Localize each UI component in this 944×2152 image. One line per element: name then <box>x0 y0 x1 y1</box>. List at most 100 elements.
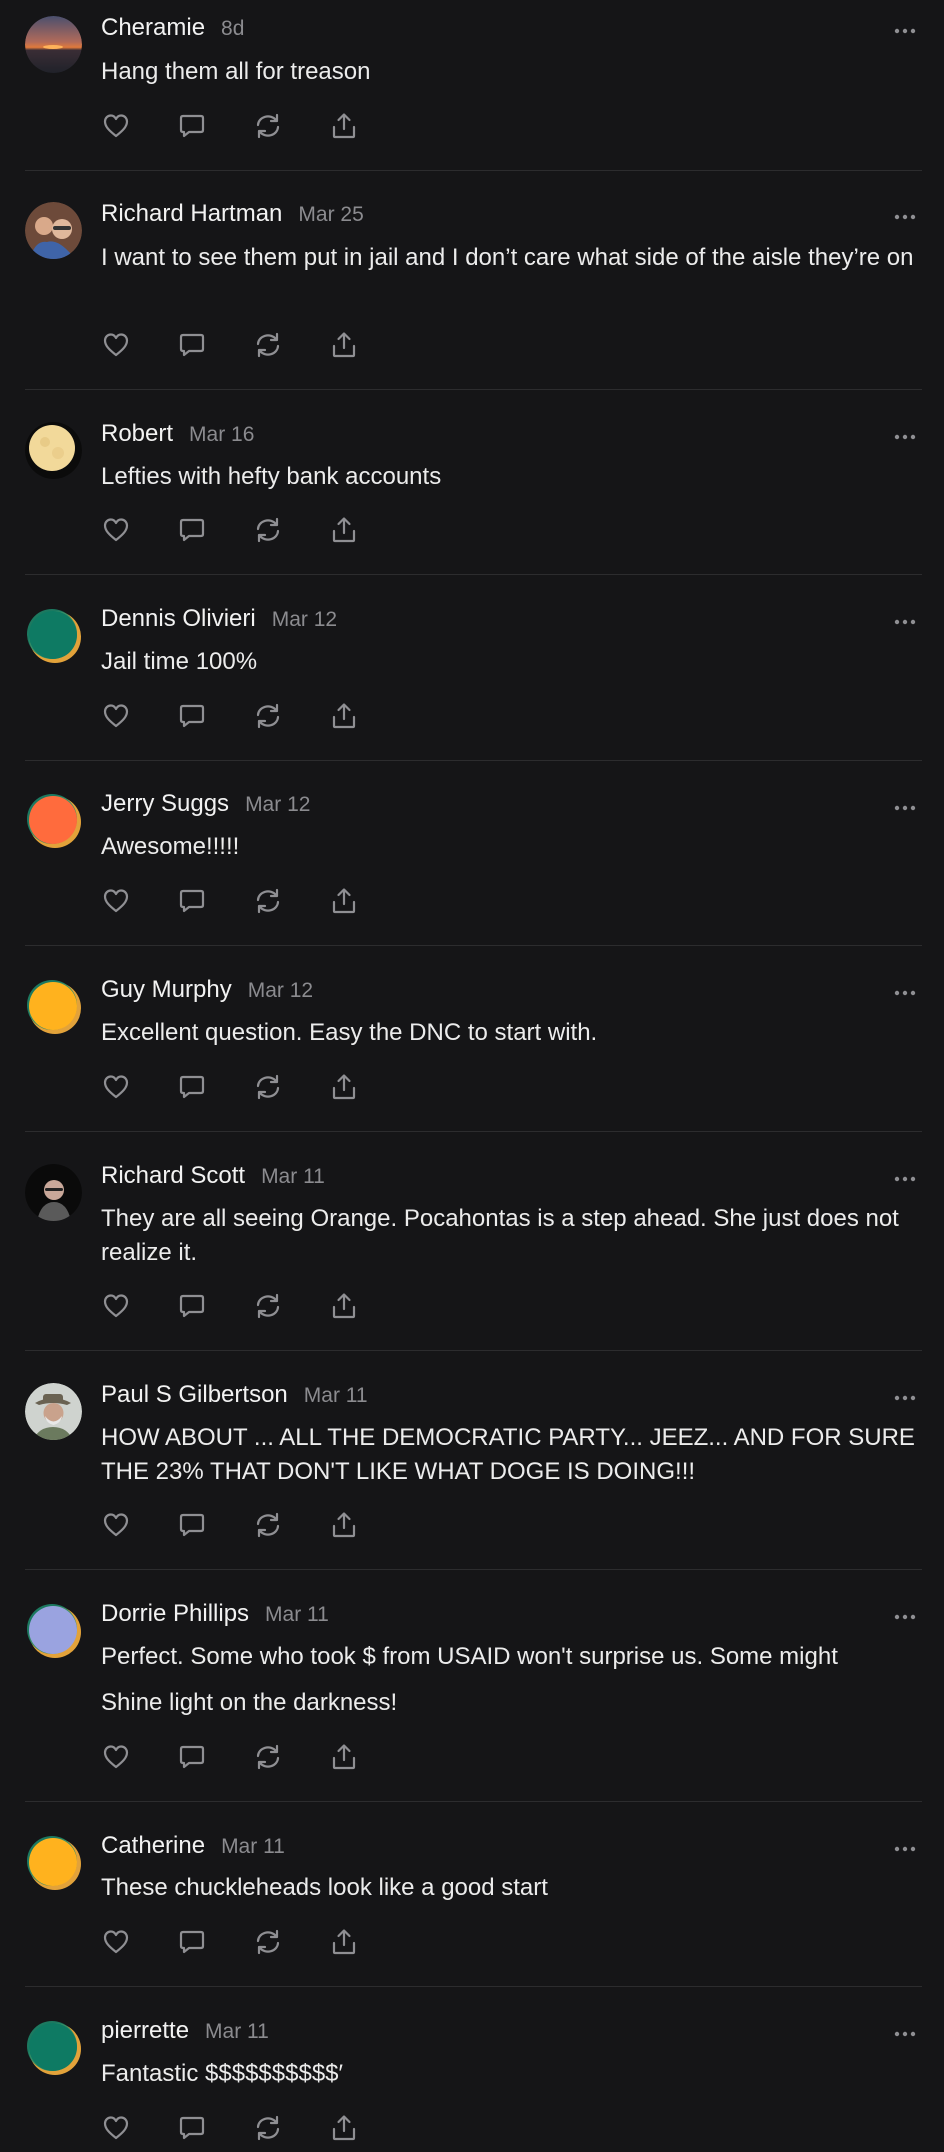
author-name[interactable]: Cheramie <box>101 14 205 42</box>
more-options-icon[interactable] <box>892 1610 918 1624</box>
comment-date[interactable]: Mar 12 <box>245 793 310 817</box>
comment-date[interactable]: 8d <box>221 17 244 41</box>
comment-header: Richard Scott Mar 11 <box>101 1162 325 1190</box>
more-options-icon[interactable] <box>892 1172 918 1186</box>
restack-icon[interactable] <box>253 111 283 141</box>
default-avatar-icon[interactable] <box>25 978 82 1035</box>
author-name[interactable]: Catherine <box>101 1832 205 1860</box>
comment-text: Fantastic $$$$$$$$$$′ <box>101 2060 344 2087</box>
share-icon[interactable] <box>329 111 359 141</box>
heart-icon[interactable] <box>101 1072 131 1102</box>
share-icon[interactable] <box>329 886 359 916</box>
heart-icon[interactable] <box>101 701 131 731</box>
share-icon[interactable] <box>329 330 359 360</box>
author-name[interactable]: Dorrie Phillips <box>101 1600 249 1628</box>
comment-date[interactable]: Mar 11 <box>205 2020 269 2044</box>
more-options-icon[interactable] <box>892 24 918 38</box>
comment-icon[interactable] <box>177 1927 207 1957</box>
more-options-icon[interactable] <box>892 2027 918 2041</box>
share-icon[interactable] <box>329 1510 359 1540</box>
author-name[interactable]: Dennis Olivieri <box>101 605 256 633</box>
restack-icon[interactable] <box>253 1291 283 1321</box>
restack-icon[interactable] <box>253 1510 283 1540</box>
author-name[interactable]: pierrette <box>101 2017 189 2045</box>
comment-body: Excellent question. Easy the DNC to star… <box>101 1016 916 1050</box>
comment-icon[interactable] <box>177 2113 207 2143</box>
more-options-icon[interactable] <box>892 210 918 224</box>
share-icon[interactable] <box>329 2113 359 2143</box>
comment-date[interactable]: Mar 11 <box>304 1384 368 1408</box>
comment-icon[interactable] <box>177 111 207 141</box>
default-avatar-icon[interactable] <box>25 792 82 849</box>
share-icon[interactable] <box>329 1742 359 1772</box>
heart-icon[interactable] <box>101 1927 131 1957</box>
sunset-photo-avatar-icon[interactable] <box>25 16 82 73</box>
comment-actions <box>101 1510 405 1540</box>
author-name[interactable]: Richard Scott <box>101 1162 245 1190</box>
more-options-icon[interactable] <box>892 615 918 629</box>
comment-date[interactable]: Mar 12 <box>272 608 337 632</box>
default-avatar-icon[interactable] <box>25 1602 82 1659</box>
author-name[interactable]: Guy Murphy <box>101 976 232 1004</box>
comment-text: They are all seeing Orange. Pocahontas i… <box>101 1205 899 1266</box>
restack-icon[interactable] <box>253 1927 283 1957</box>
heart-icon[interactable] <box>101 886 131 916</box>
more-options-icon[interactable] <box>892 1391 918 1405</box>
comment-text: Perfect. Some who took $ from USAID won'… <box>101 1643 838 1670</box>
heart-icon[interactable] <box>101 111 131 141</box>
heart-icon[interactable] <box>101 1742 131 1772</box>
share-icon[interactable] <box>329 515 359 545</box>
comment-date[interactable]: Mar 16 <box>189 423 254 447</box>
comment-icon[interactable] <box>177 886 207 916</box>
restack-icon[interactable] <box>253 515 283 545</box>
restack-icon[interactable] <box>253 330 283 360</box>
divider <box>25 1986 922 1987</box>
author-name[interactable]: Richard Hartman <box>101 200 282 228</box>
man-photo-avatar-icon[interactable] <box>25 1164 82 1221</box>
comment-icon[interactable] <box>177 515 207 545</box>
restack-icon[interactable] <box>253 1072 283 1102</box>
author-name[interactable]: Robert <box>101 420 173 448</box>
share-icon[interactable] <box>329 1291 359 1321</box>
heart-icon[interactable] <box>101 1291 131 1321</box>
heart-icon[interactable] <box>101 515 131 545</box>
heart-icon[interactable] <box>101 1510 131 1540</box>
comment-body: Hang them all for treason <box>101 55 916 89</box>
comment-date[interactable]: Mar 25 <box>298 203 363 227</box>
comment-icon[interactable] <box>177 1510 207 1540</box>
comment-body: These chuckleheads look like a good star… <box>101 1871 916 1905</box>
share-icon[interactable] <box>329 1927 359 1957</box>
default-avatar-icon[interactable] <box>25 607 82 664</box>
comment-date[interactable]: Mar 11 <box>265 1603 329 1627</box>
comment-date[interactable]: Mar 11 <box>261 1165 325 1189</box>
comment-text: Hang them all for treason <box>101 58 371 85</box>
comment-icon[interactable] <box>177 1742 207 1772</box>
default-avatar-icon[interactable] <box>25 2019 82 2076</box>
share-icon[interactable] <box>329 1072 359 1102</box>
restack-icon[interactable] <box>253 2113 283 2143</box>
author-name[interactable]: Jerry Suggs <box>101 790 229 818</box>
share-icon[interactable] <box>329 701 359 731</box>
heart-icon[interactable] <box>101 330 131 360</box>
comment-date[interactable]: Mar 11 <box>221 1835 285 1859</box>
more-options-icon[interactable] <box>892 801 918 815</box>
comment-date[interactable]: Mar 12 <box>248 979 313 1003</box>
restack-icon[interactable] <box>253 701 283 731</box>
comment-icon[interactable] <box>177 1291 207 1321</box>
restack-icon[interactable] <box>253 1742 283 1772</box>
man-hat-photo-avatar-icon[interactable] <box>25 1383 82 1440</box>
comment-actions <box>101 515 405 545</box>
divider <box>25 1569 922 1570</box>
couple-photo-avatar-icon[interactable] <box>25 202 82 259</box>
comment-icon[interactable] <box>177 330 207 360</box>
comment-icon[interactable] <box>177 701 207 731</box>
author-name[interactable]: Paul S Gilbertson <box>101 1381 288 1409</box>
heart-icon[interactable] <box>101 2113 131 2143</box>
moon-photo-avatar-icon[interactable] <box>25 422 82 479</box>
comment-icon[interactable] <box>177 1072 207 1102</box>
more-options-icon[interactable] <box>892 1842 918 1856</box>
default-avatar-icon[interactable] <box>25 1834 82 1891</box>
restack-icon[interactable] <box>253 886 283 916</box>
more-options-icon[interactable] <box>892 986 918 1000</box>
more-options-icon[interactable] <box>892 430 918 444</box>
